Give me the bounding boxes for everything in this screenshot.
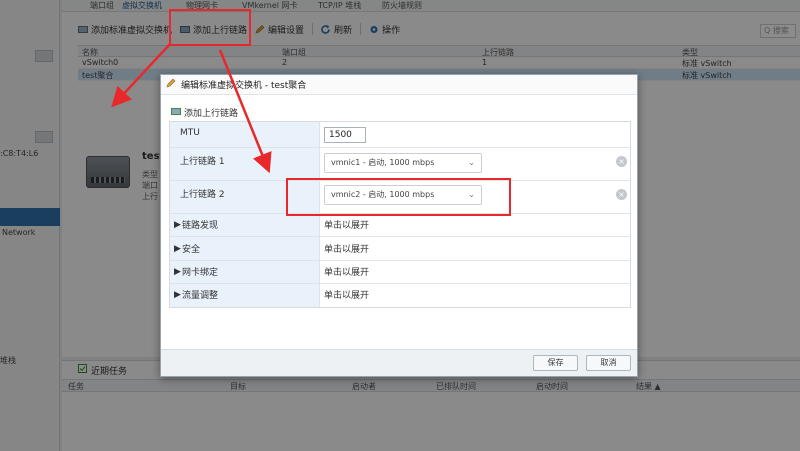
security-label-cell: ▶ 安全 bbox=[170, 237, 320, 260]
expand-caret-icon: ▶ bbox=[174, 290, 181, 300]
dialog-titlebar: 编辑标准虚拟交换机 - test聚合 bbox=[161, 75, 637, 95]
save-button[interactable]: 保存 bbox=[533, 355, 578, 371]
dialog-title: 编辑标准虚拟交换机 - test聚合 bbox=[181, 81, 307, 91]
edit-vswitch-dialog: 编辑标准虚拟交换机 - test聚合 添加上行链路 MTU 1500 上行链路 … bbox=[160, 74, 638, 377]
expand-caret-icon: ▶ bbox=[174, 220, 181, 230]
link-discovery-label: 链路发现 bbox=[182, 221, 219, 231]
traffic-shaping-label-cell: ▶ 流量调整 bbox=[170, 284, 320, 307]
annotation-box-add-uplink bbox=[169, 9, 251, 46]
traffic-shaping-label: 流量调整 bbox=[182, 291, 219, 301]
uplink1-value: vmnic1 - 启动, 1000 mbps bbox=[331, 158, 435, 167]
nic-teaming-value: 单击以展开 bbox=[324, 268, 370, 278]
pencil-icon bbox=[166, 78, 176, 91]
link-discovery-label-cell: ▶ 链路发现 bbox=[170, 214, 320, 236]
security-label: 安全 bbox=[182, 245, 201, 255]
uplink1-label: 上行链路 1 bbox=[180, 157, 225, 167]
cancel-button[interactable]: 取消 bbox=[586, 355, 631, 371]
add-uplink-link-label: 添加上行链路 bbox=[184, 109, 239, 119]
remove-uplink2-icon[interactable]: × bbox=[616, 189, 627, 200]
expand-caret-icon: ▶ bbox=[174, 267, 181, 277]
link-discovery-value: 单击以展开 bbox=[324, 221, 370, 231]
mtu-row: MTU 1500 bbox=[170, 122, 630, 148]
nic-teaming-label: 网卡绑定 bbox=[182, 268, 219, 278]
dialog-footer: 保存 取消 bbox=[161, 349, 637, 376]
traffic-shaping-row[interactable]: ▶ 流量调整 单击以展开 bbox=[170, 284, 630, 307]
mtu-input[interactable]: 1500 bbox=[324, 127, 366, 143]
annotation-box-uplink2 bbox=[286, 178, 511, 216]
uplink1-select[interactable]: vmnic1 - 启动, 1000 mbps ⌄ bbox=[324, 153, 482, 173]
mtu-label-cell: MTU bbox=[170, 122, 320, 147]
remove-uplink1-icon[interactable]: × bbox=[616, 156, 627, 167]
mtu-label: MTU bbox=[180, 128, 200, 138]
uplink-icon bbox=[171, 107, 181, 119]
link-discovery-row[interactable]: ▶ 链路发现 单击以展开 bbox=[170, 214, 630, 237]
chevron-down-icon: ⌄ bbox=[468, 158, 475, 167]
uplink1-label-cell: 上行链路 1 bbox=[170, 148, 320, 180]
traffic-shaping-value: 单击以展开 bbox=[324, 291, 370, 301]
security-value: 单击以展开 bbox=[324, 245, 370, 255]
uplink1-row: 上行链路 1 vmnic1 - 启动, 1000 mbps ⌄ × bbox=[170, 148, 630, 181]
security-row[interactable]: ▶ 安全 单击以展开 bbox=[170, 237, 630, 261]
expand-caret-icon: ▶ bbox=[174, 244, 181, 254]
add-uplink-link[interactable]: 添加上行链路 bbox=[171, 106, 238, 119]
nic-teaming-label-cell: ▶ 网卡绑定 bbox=[170, 261, 320, 283]
nic-teaming-row[interactable]: ▶ 网卡绑定 单击以展开 bbox=[170, 261, 630, 284]
uplink2-label: 上行链路 2 bbox=[180, 190, 225, 200]
